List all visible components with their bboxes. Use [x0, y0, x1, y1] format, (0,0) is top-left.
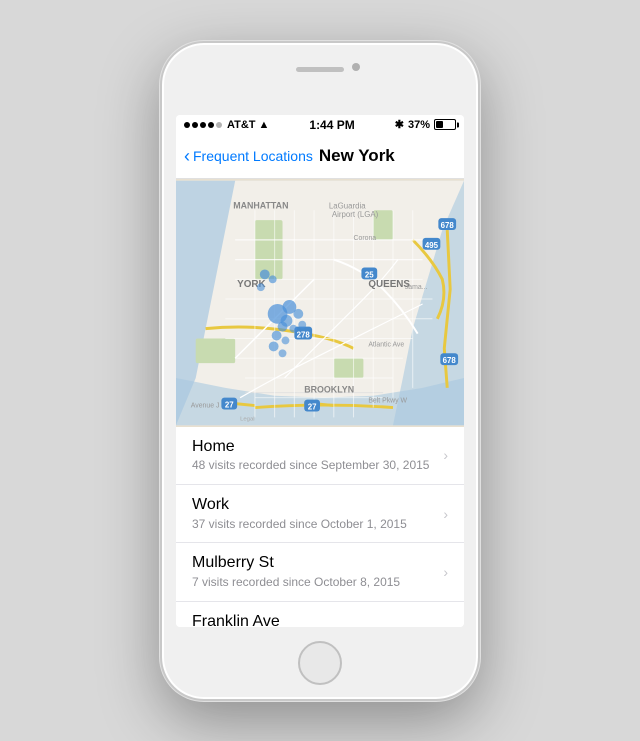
- location-sub-0: 48 visits recorded since September 30, 2…: [192, 458, 435, 474]
- location-name-0: Home: [192, 437, 435, 458]
- svg-text:678: 678: [441, 221, 455, 230]
- volume-up-button: [160, 189, 162, 241]
- phone-screen: AT&T ▲ 1:44 PM ✱ 37% ‹ Frequent Location…: [176, 115, 464, 627]
- svg-text:Avenue J: Avenue J: [191, 402, 220, 409]
- svg-text:278: 278: [297, 330, 311, 339]
- chevron-right-icon-3: ›: [443, 622, 448, 626]
- back-chevron-icon: ‹: [184, 147, 190, 165]
- bluetooth-icon: ✱: [395, 118, 404, 131]
- svg-text:Belt Pkwy W: Belt Pkwy W: [368, 397, 407, 404]
- page-title: New York: [319, 146, 395, 166]
- svg-text:Legal: Legal: [240, 416, 254, 422]
- signal-dot-5: [216, 122, 222, 128]
- phone-speaker: [296, 67, 344, 72]
- svg-text:LaGuardia: LaGuardia: [329, 201, 366, 210]
- svg-text:Airport (LGA): Airport (LGA): [332, 210, 379, 219]
- location-name-2: Mulberry St: [192, 553, 435, 574]
- chevron-right-icon-1: ›: [443, 506, 448, 522]
- location-name-3: Franklin Ave: [192, 612, 435, 627]
- wifi-icon: ▲: [259, 119, 270, 131]
- status-left: AT&T ▲: [184, 119, 269, 131]
- location-item[interactable]: Franklin Ave 6 visits recorded since Sep…: [176, 602, 464, 627]
- signal-dot-1: [184, 122, 190, 128]
- svg-text:BROOKLYN: BROOKLYN: [304, 384, 354, 394]
- location-item[interactable]: Home 48 visits recorded since September …: [176, 427, 464, 485]
- phone-frame: AT&T ▲ 1:44 PM ✱ 37% ‹ Frequent Location…: [160, 41, 480, 701]
- svg-text:25: 25: [365, 270, 374, 279]
- svg-text:495: 495: [425, 240, 439, 249]
- navigation-bar: ‹ Frequent Locations New York: [176, 135, 464, 179]
- svg-text:Jama...: Jama...: [405, 284, 428, 291]
- location-text-3: Franklin Ave 6 visits recorded since Sep…: [192, 612, 435, 627]
- location-text-0: Home 48 visits recorded since September …: [192, 437, 435, 474]
- phone-camera: [352, 63, 360, 71]
- carrier-label: AT&T: [227, 119, 256, 131]
- location-text-2: Mulberry St 7 visits recorded since Octo…: [192, 553, 435, 590]
- location-item[interactable]: Mulberry St 7 visits recorded since Octo…: [176, 543, 464, 601]
- home-button[interactable]: [298, 641, 342, 685]
- svg-text:27: 27: [225, 400, 234, 409]
- map-svg: MANHATTAN LaGuardia Airport (LGA) YORK Q…: [176, 179, 464, 427]
- chevron-right-icon-2: ›: [443, 564, 448, 580]
- back-label: Frequent Locations: [193, 148, 313, 164]
- status-time: 1:44 PM: [309, 118, 354, 132]
- map-view[interactable]: MANHATTAN LaGuardia Airport (LGA) YORK Q…: [176, 179, 464, 427]
- battery-percent-label: 37%: [408, 119, 430, 131]
- location-list: Home 48 visits recorded since September …: [176, 427, 464, 627]
- mute-button: [160, 143, 162, 175]
- battery-indicator: [434, 119, 456, 130]
- svg-text:678: 678: [443, 356, 457, 365]
- chevron-right-icon-0: ›: [443, 447, 448, 463]
- status-right: ✱ 37%: [395, 118, 456, 131]
- volume-down-button: [160, 253, 162, 305]
- location-sub-1: 37 visits recorded since October 1, 2015: [192, 517, 435, 533]
- signal-dot-3: [200, 122, 206, 128]
- location-sub-2: 7 visits recorded since October 8, 2015: [192, 575, 435, 591]
- svg-text:MANHATTAN: MANHATTAN: [233, 200, 288, 210]
- back-button[interactable]: ‹ Frequent Locations: [184, 147, 313, 165]
- battery-fill: [436, 121, 443, 128]
- svg-text:Atlantic Ave: Atlantic Ave: [368, 341, 404, 348]
- signal-dot-2: [192, 122, 198, 128]
- location-text-1: Work 37 visits recorded since October 1,…: [192, 495, 435, 532]
- status-bar: AT&T ▲ 1:44 PM ✱ 37%: [176, 115, 464, 135]
- svg-text:27: 27: [308, 402, 317, 411]
- signal-bars: [184, 122, 222, 128]
- signal-dot-4: [208, 122, 214, 128]
- svg-text:Corona: Corona: [354, 234, 377, 241]
- location-item[interactable]: Work 37 visits recorded since October 1,…: [176, 485, 464, 543]
- power-button: [478, 203, 480, 275]
- location-name-1: Work: [192, 495, 435, 516]
